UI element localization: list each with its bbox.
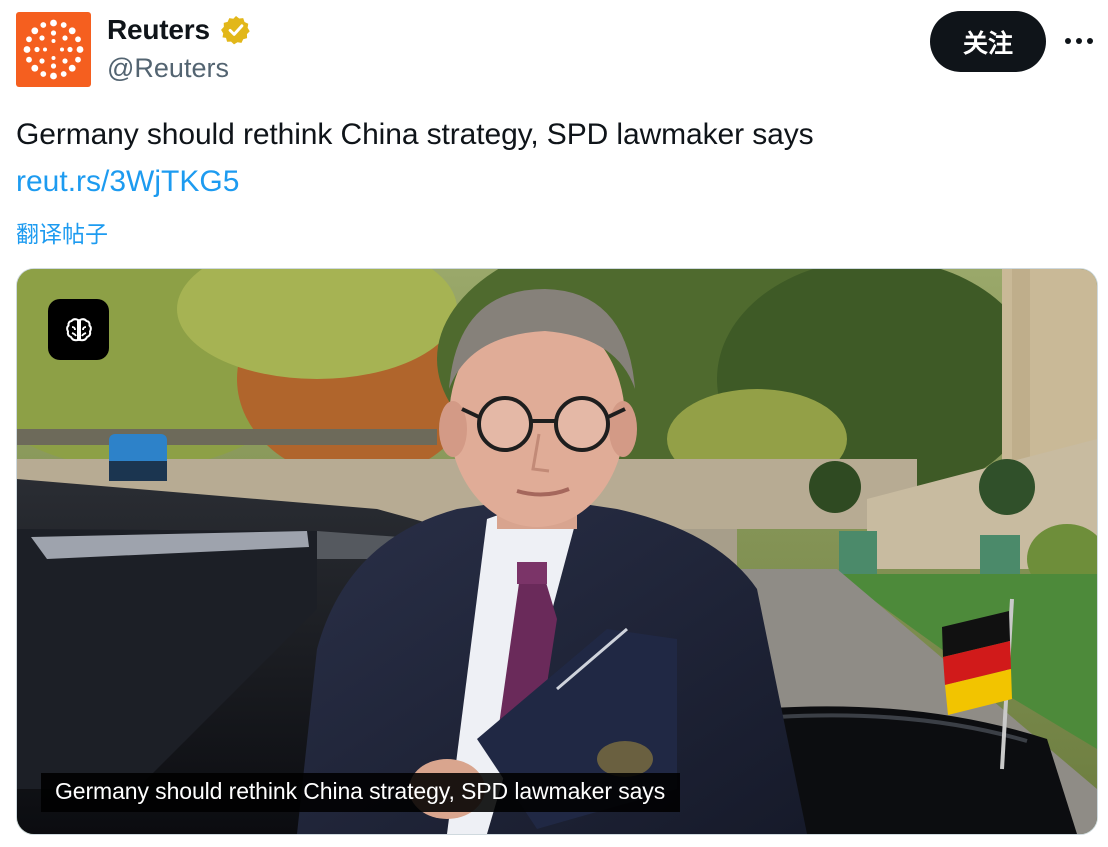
post-video[interactable]: Germany should rethink China strategy, S… (16, 268, 1098, 835)
translate-post-link[interactable]: 翻译帖子 (16, 215, 108, 249)
verified-badge-icon (221, 16, 250, 45)
author-handle[interactable]: @Reuters (107, 53, 229, 84)
video-frame (17, 269, 1097, 834)
more-options-icon (1065, 38, 1093, 44)
follow-button[interactable]: 关注 (930, 11, 1046, 72)
brain-icon (65, 317, 92, 341)
reuters-logo-icon (23, 19, 84, 80)
post-link[interactable]: reut.rs/3WjTKG5 (16, 165, 239, 199)
video-caption: Germany should rethink China strategy, S… (41, 773, 681, 812)
author-name[interactable]: Reuters (107, 14, 210, 46)
avatar[interactable] (16, 12, 91, 87)
more-options-button[interactable] (1060, 24, 1098, 58)
post-text: Germany should rethink China strategy, S… (16, 118, 814, 151)
ai-summary-button[interactable] (48, 299, 109, 360)
